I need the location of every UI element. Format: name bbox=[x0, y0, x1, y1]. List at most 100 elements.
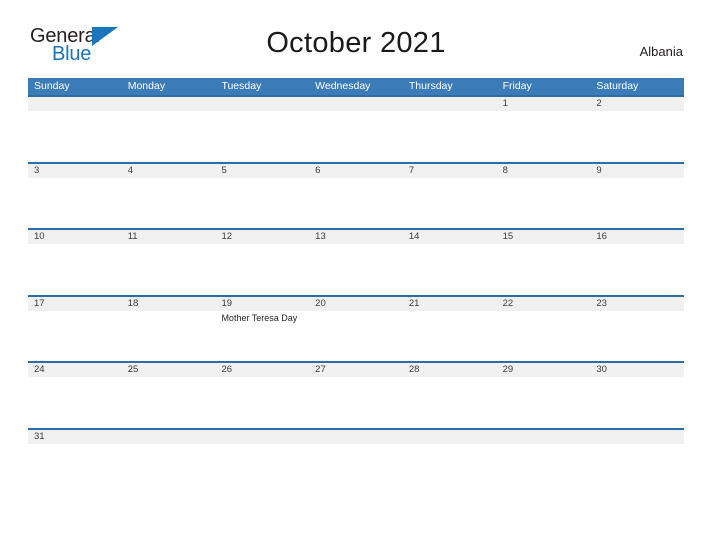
day-number bbox=[215, 97, 309, 111]
day-number: 6 bbox=[315, 164, 321, 176]
calendar-day-cell[interactable] bbox=[28, 97, 122, 162]
day-number: 22 bbox=[502, 297, 514, 309]
calendar-week-row: 31 bbox=[28, 427, 684, 495]
calendar-page: General Blue October 2021 Albania Sunday… bbox=[0, 0, 712, 550]
calendar-day-cell[interactable]: 12 bbox=[215, 230, 309, 295]
calendar-day-cell[interactable]: 15 bbox=[497, 230, 591, 295]
day-number: 2 bbox=[596, 98, 602, 109]
day-number bbox=[590, 430, 684, 444]
calendar-day-cell[interactable]: 20 bbox=[309, 297, 403, 362]
weekday-saturday: Saturday bbox=[596, 80, 639, 92]
calendar-day-cell[interactable]: 29 bbox=[497, 363, 591, 428]
day-number: 16 bbox=[596, 231, 607, 243]
calendar-day-cell[interactable]: 18 bbox=[122, 297, 216, 362]
day-number: 12 bbox=[221, 231, 233, 243]
calendar-day-cell[interactable] bbox=[403, 97, 497, 162]
calendar-day-cell[interactable] bbox=[590, 430, 684, 495]
day-number bbox=[497, 430, 591, 444]
calendar-day-cell[interactable]: 11 bbox=[122, 230, 216, 295]
calendar-grid: Sunday Monday Tuesday Wednesday Thursday… bbox=[28, 78, 684, 495]
calendar-day-cell[interactable]: 14 bbox=[403, 230, 497, 295]
day-number: 18 bbox=[127, 297, 139, 309]
calendar-day-cell[interactable]: 27 bbox=[309, 363, 403, 428]
day-number: 19 bbox=[221, 297, 233, 309]
day-number: 17 bbox=[34, 297, 45, 309]
day-number: 8 bbox=[502, 164, 508, 176]
calendar-day-cell[interactable] bbox=[122, 97, 216, 162]
weekday-sunday: Sunday bbox=[34, 80, 70, 92]
calendar-day-cell[interactable]: 6 bbox=[309, 164, 403, 229]
day-number bbox=[403, 97, 497, 111]
calendar-week-row: 24 25 26 27 28 29 30 bbox=[28, 361, 684, 428]
calendar-day-cell[interactable]: 17 bbox=[28, 297, 122, 362]
day-number bbox=[309, 97, 403, 111]
day-number bbox=[309, 430, 403, 444]
calendar-day-cell[interactable]: 16 bbox=[590, 230, 684, 295]
day-number: 24 bbox=[34, 364, 45, 376]
calendar-day-cell[interactable]: 28 bbox=[403, 363, 497, 428]
day-number bbox=[28, 97, 122, 111]
day-number: 9 bbox=[596, 164, 602, 176]
day-number: 31 bbox=[34, 430, 45, 442]
calendar-day-cell[interactable]: 26 bbox=[215, 363, 309, 428]
day-number bbox=[215, 430, 309, 444]
day-number: 7 bbox=[408, 164, 415, 176]
day-number: 10 bbox=[34, 231, 45, 243]
calendar-day-cell[interactable]: 19 Mother Teresa Day bbox=[215, 297, 309, 362]
holiday-event-label: Mother Teresa Day bbox=[221, 312, 298, 323]
day-number: 5 bbox=[221, 164, 227, 176]
calendar-day-cell[interactable]: 7 bbox=[403, 164, 497, 229]
weekday-tuesday: Tuesday bbox=[221, 80, 262, 92]
calendar-day-cell[interactable] bbox=[215, 430, 309, 495]
calendar-day-cell[interactable] bbox=[122, 430, 216, 495]
calendar-day-cell[interactable]: 24 bbox=[28, 363, 122, 428]
country-label: Albania bbox=[639, 44, 683, 59]
calendar-week-row: 10 11 12 13 14 15 16 bbox=[28, 228, 684, 295]
calendar-weekday-header: Sunday Monday Tuesday Wednesday Thursday… bbox=[28, 78, 684, 95]
day-number: 27 bbox=[315, 364, 326, 376]
day-number: 25 bbox=[127, 364, 139, 376]
calendar-day-cell[interactable]: 22 bbox=[497, 297, 591, 362]
calendar-day-cell[interactable]: 21 bbox=[403, 297, 497, 362]
calendar-day-cell[interactable] bbox=[215, 97, 309, 162]
weekday-friday: Friday bbox=[502, 80, 532, 92]
page-title: October 2021 bbox=[266, 27, 446, 59]
day-number: 23 bbox=[596, 297, 607, 309]
day-number: 20 bbox=[315, 297, 326, 309]
calendar-week-row: 17 18 19 Mother Teresa Day 20 21 22 23 bbox=[28, 294, 684, 362]
calendar-day-cell[interactable]: 30 bbox=[590, 363, 684, 428]
calendar-day-cell[interactable]: 9 bbox=[590, 164, 684, 229]
calendar-week-row: 3 4 5 6 7 8 9 bbox=[28, 161, 684, 229]
day-number: 28 bbox=[408, 364, 420, 376]
calendar-day-cell[interactable] bbox=[309, 97, 403, 162]
calendar-day-cell[interactable] bbox=[497, 430, 591, 495]
day-number: 15 bbox=[502, 231, 514, 243]
weekday-monday: Monday bbox=[127, 80, 166, 92]
day-number: 3 bbox=[34, 164, 40, 176]
calendar-day-cell[interactable]: 5 bbox=[215, 164, 309, 229]
calendar-day-cell[interactable]: 25 bbox=[122, 363, 216, 428]
day-number: 1 bbox=[502, 98, 508, 109]
calendar-day-cell[interactable]: 1 bbox=[497, 97, 591, 162]
page-header: General Blue October 2021 Albania bbox=[0, 0, 712, 65]
day-number: 30 bbox=[596, 364, 607, 376]
calendar-day-cell[interactable]: 8 bbox=[497, 164, 591, 229]
day-number bbox=[403, 430, 497, 444]
day-number: 21 bbox=[408, 297, 420, 309]
weekday-thursday: Thursday bbox=[408, 80, 453, 92]
calendar-day-cell[interactable]: 4 bbox=[122, 164, 216, 229]
calendar-day-cell[interactable]: 10 bbox=[28, 230, 122, 295]
calendar-day-cell[interactable] bbox=[309, 430, 403, 495]
calendar-day-cell[interactable]: 2 bbox=[590, 97, 684, 162]
calendar-day-cell[interactable] bbox=[403, 430, 497, 495]
day-number: 29 bbox=[502, 364, 514, 376]
calendar-day-cell[interactable]: 31 bbox=[28, 430, 122, 495]
day-number bbox=[122, 430, 216, 444]
calendar-week-row: 1 2 bbox=[28, 95, 684, 162]
day-number bbox=[122, 97, 216, 111]
calendar-day-cell[interactable]: 3 bbox=[28, 164, 122, 229]
calendar-day-cell[interactable]: 13 bbox=[309, 230, 403, 295]
day-number: 4 bbox=[127, 164, 134, 176]
calendar-day-cell[interactable]: 23 bbox=[590, 297, 684, 362]
day-number: 11 bbox=[127, 231, 138, 243]
